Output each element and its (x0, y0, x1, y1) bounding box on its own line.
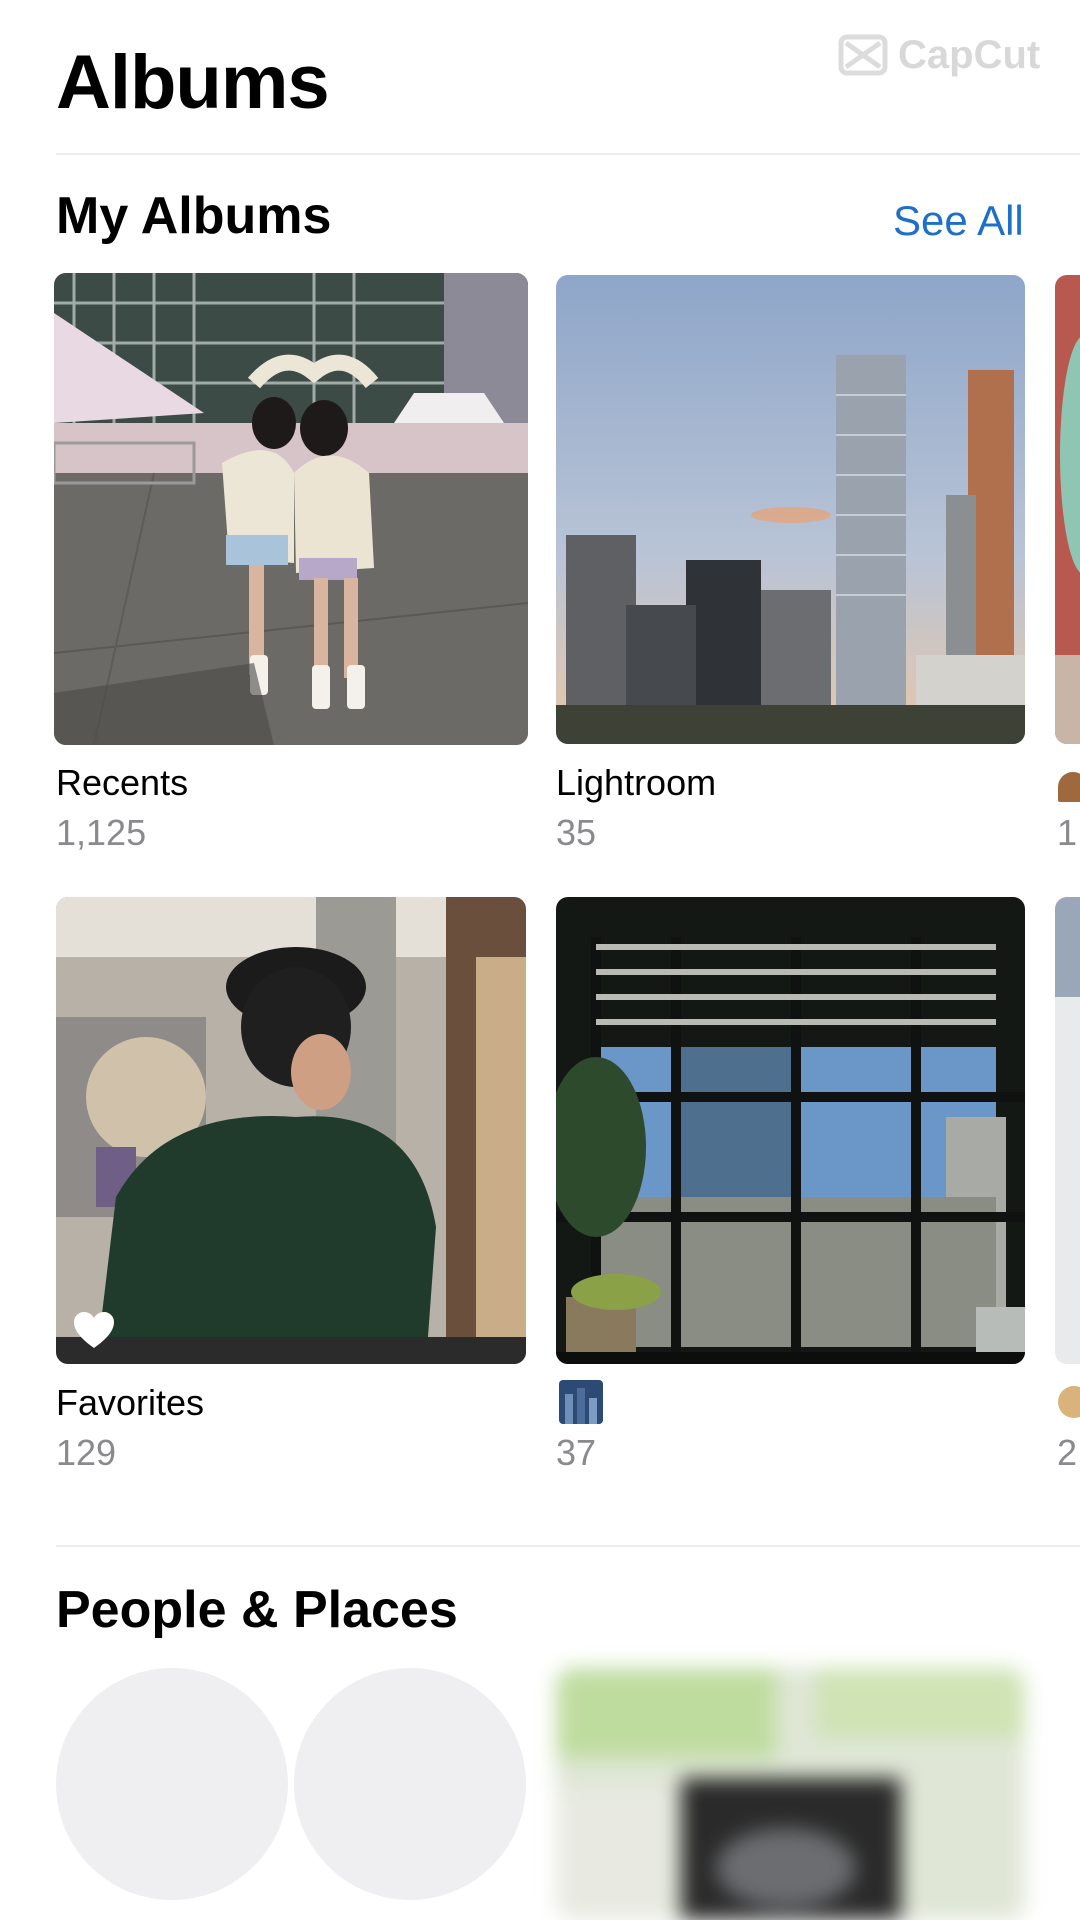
album-lightroom-name[interactable]: Lightroom (556, 762, 716, 804)
partial-album-icon-1 (1058, 772, 1080, 802)
partial-photo-2 (1055, 897, 1080, 1364)
see-all-button[interactable]: See All (893, 196, 1024, 246)
album-lightroom-thumbnail[interactable] (556, 275, 1025, 744)
capcut-logo-icon (838, 34, 888, 76)
album-partial-count-2: 2 (1057, 1432, 1078, 1473)
watermark-text: CapCut (898, 32, 1041, 77)
album-unnamed-thumbnail[interactable] (556, 897, 1025, 1364)
section-divider (56, 1545, 1080, 1547)
album-cover-mini-icon (559, 1380, 603, 1424)
people-places-title: People & Places (56, 1581, 458, 1639)
album-partial-count-1: 1 (1057, 812, 1078, 853)
album-recents-name[interactable]: Recents (56, 762, 188, 804)
places-map-thumbnail[interactable] (556, 1668, 1025, 1920)
album-unnamed-count: 37 (556, 1432, 597, 1473)
places-map (556, 1668, 1025, 1920)
my-albums-title: My Albums (56, 187, 332, 245)
capcut-watermark: CapCut (838, 30, 1068, 80)
album-partial-thumbnail-2[interactable] (1055, 897, 1080, 1364)
header-divider (56, 153, 1080, 155)
people-avatar-1[interactable] (56, 1668, 288, 1900)
recents-photo (54, 273, 528, 745)
album-favorites-name[interactable]: Favorites (56, 1382, 204, 1424)
people-avatar-2[interactable] (294, 1668, 526, 1900)
album-lightroom-count: 35 (556, 812, 597, 853)
album-favorites-thumbnail[interactable] (56, 897, 526, 1364)
favorite-heart-icon (74, 1312, 114, 1348)
album-recents-thumbnail[interactable] (54, 273, 528, 745)
album-recents-count: 1,125 (56, 812, 147, 853)
album-favorites-count: 129 (56, 1432, 117, 1473)
partial-album-icon-2 (1058, 1386, 1080, 1418)
lightroom-photo (556, 275, 1025, 744)
partial-photo-1 (1055, 275, 1080, 744)
window-view-photo (556, 897, 1025, 1364)
page-title: Albums (56, 40, 330, 125)
favorites-photo (56, 897, 526, 1364)
album-partial-thumbnail-1[interactable] (1055, 275, 1080, 744)
